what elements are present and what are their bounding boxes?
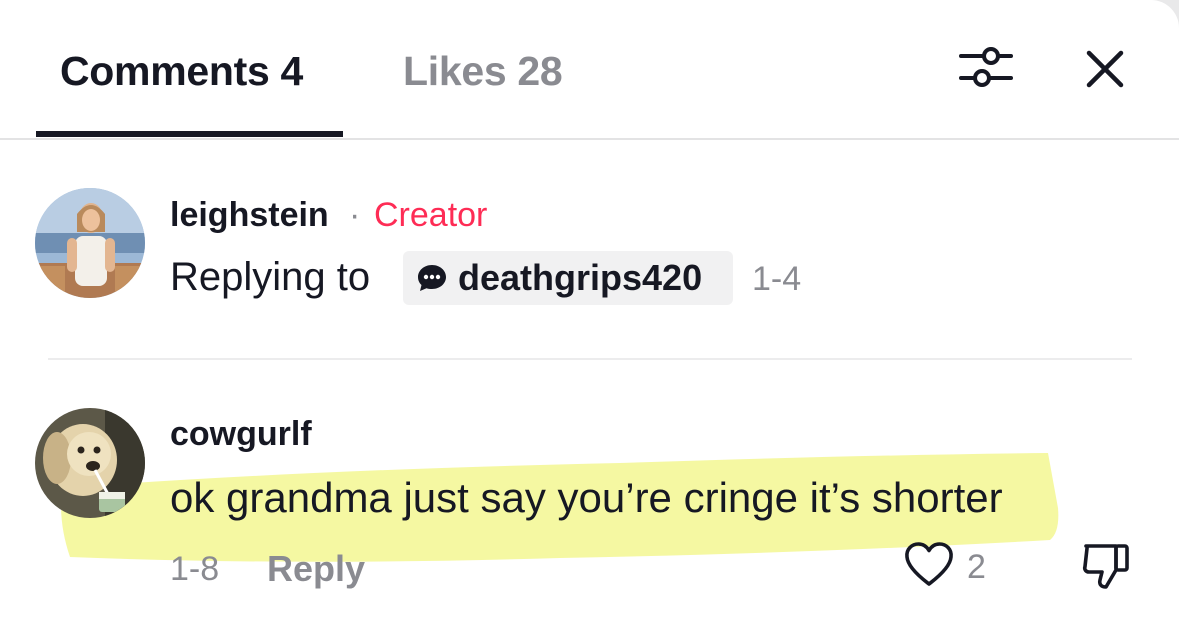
avatar[interactable] [35,408,145,518]
comment-text: ok grandma just say you’re cringe it’s s… [170,474,1003,521]
comment-username[interactable]: cowgurlf [170,415,312,454]
like-count: 2 [967,548,986,586]
comment-date: 1-8 [170,550,220,588]
heart-icon[interactable] [903,540,955,588]
thumbs-down-icon[interactable] [1080,540,1132,592]
reply-button[interactable]: Reply [267,548,365,590]
panel-corner-background [1149,0,1179,30]
comments-panel: Comments 4 Likes 28 leighstein · Creator… [0,0,1179,636]
avatar-photo-dog [35,408,145,518]
highlighter-mark [61,453,1059,562]
